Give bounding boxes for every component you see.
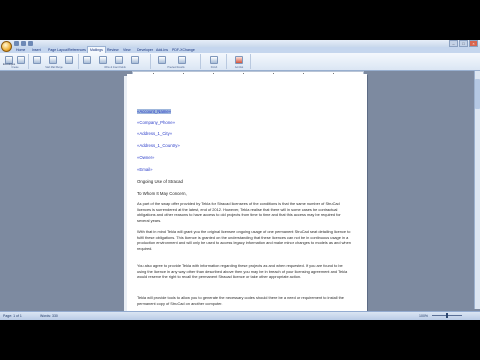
group-acrobat: Acrobat xyxy=(228,54,251,69)
group-start-mail-merge-label: Start Mail Merge xyxy=(45,66,63,69)
save-icon[interactable] xyxy=(14,41,19,46)
address-block-icon[interactable] xyxy=(99,56,107,64)
zoom-level[interactable]: 100% xyxy=(419,313,428,319)
merge-field-owner[interactable]: «Owner» xyxy=(137,155,154,160)
group-preview-results: Preview Results xyxy=(152,54,201,69)
letter-paragraph: Tekla will provide tools to allow you to… xyxy=(137,295,344,306)
merge-field-city[interactable]: «Address_1_City» xyxy=(137,131,172,136)
labels-icon[interactable] xyxy=(17,56,25,64)
zoom-slider-knob[interactable] xyxy=(446,313,448,318)
insert-merge-field-icon[interactable] xyxy=(131,56,139,64)
finish-merge-icon[interactable] xyxy=(210,56,218,64)
group-preview-results-label: Preview Results xyxy=(167,66,185,69)
group-start-mail-merge: Start Mail Merge xyxy=(30,54,79,69)
page-count[interactable]: Page: 1 of 1 xyxy=(3,313,22,319)
scroll-thumb[interactable] xyxy=(475,79,480,109)
group-write-insert-label: Write & Insert Fields xyxy=(104,66,126,69)
letter-paragraph: You also agree to provide Tekla with inf… xyxy=(137,263,348,280)
group-finish: Finish xyxy=(202,54,227,69)
maximize-button[interactable]: □ xyxy=(459,40,468,47)
letter-paragraph: As part of the swap offer provided by Te… xyxy=(137,201,341,224)
letter-subject: Ongoing Use of Stracad xyxy=(137,179,183,184)
group-create: Envelopes Create xyxy=(2,54,29,69)
find-recipient-icon[interactable] xyxy=(178,56,186,64)
document-page[interactable]: «Account_Name» «Company_Phone» «Address_… xyxy=(127,74,367,314)
greeting-line-icon[interactable] xyxy=(115,56,123,64)
minimize-button[interactable]: – xyxy=(449,40,458,47)
group-finish-label: Finish xyxy=(210,66,218,69)
undo-icon[interactable] xyxy=(21,41,26,46)
vertical-scrollbar[interactable] xyxy=(474,71,480,309)
merge-field-country[interactable]: «Address_1_Country» xyxy=(137,143,180,148)
status-bar: Page: 1 of 1 Words: 330 100% xyxy=(0,311,480,320)
select-recipients-icon[interactable] xyxy=(49,56,57,64)
office-button[interactable] xyxy=(1,41,12,52)
merge-field-email[interactable]: «Email» xyxy=(137,167,153,172)
zoom-slider[interactable] xyxy=(432,313,462,318)
word-window: – □ × Home Insert Page Layout References… xyxy=(0,40,480,320)
merge-field-company-phone[interactable]: «Company_Phone» xyxy=(137,120,175,125)
window-controls: – □ × xyxy=(449,40,478,47)
letter-salutation: To Whom It May Concern, xyxy=(137,191,187,196)
start-mail-merge-icon[interactable] xyxy=(33,56,41,64)
group-create-label: Create xyxy=(11,66,19,69)
letter-paragraph: With that in mind Tekla will grant you t… xyxy=(137,229,351,252)
ribbon: Envelopes Create Start Mail Merge Write … xyxy=(0,53,480,71)
word-count[interactable]: Words: 330 xyxy=(40,313,58,319)
redo-icon[interactable] xyxy=(28,41,33,46)
highlight-fields-icon[interactable] xyxy=(83,56,91,64)
merge-field-account-name[interactable]: «Account_Name» xyxy=(137,109,172,114)
group-acrobat-label: Acrobat xyxy=(234,66,244,69)
adobe-pdf-icon[interactable] xyxy=(235,56,243,64)
edit-recipients-icon[interactable] xyxy=(65,56,73,64)
close-button[interactable]: × xyxy=(469,40,478,47)
group-write-insert-fields: Write & Insert Fields xyxy=(80,54,151,69)
preview-results-icon[interactable] xyxy=(158,56,166,64)
